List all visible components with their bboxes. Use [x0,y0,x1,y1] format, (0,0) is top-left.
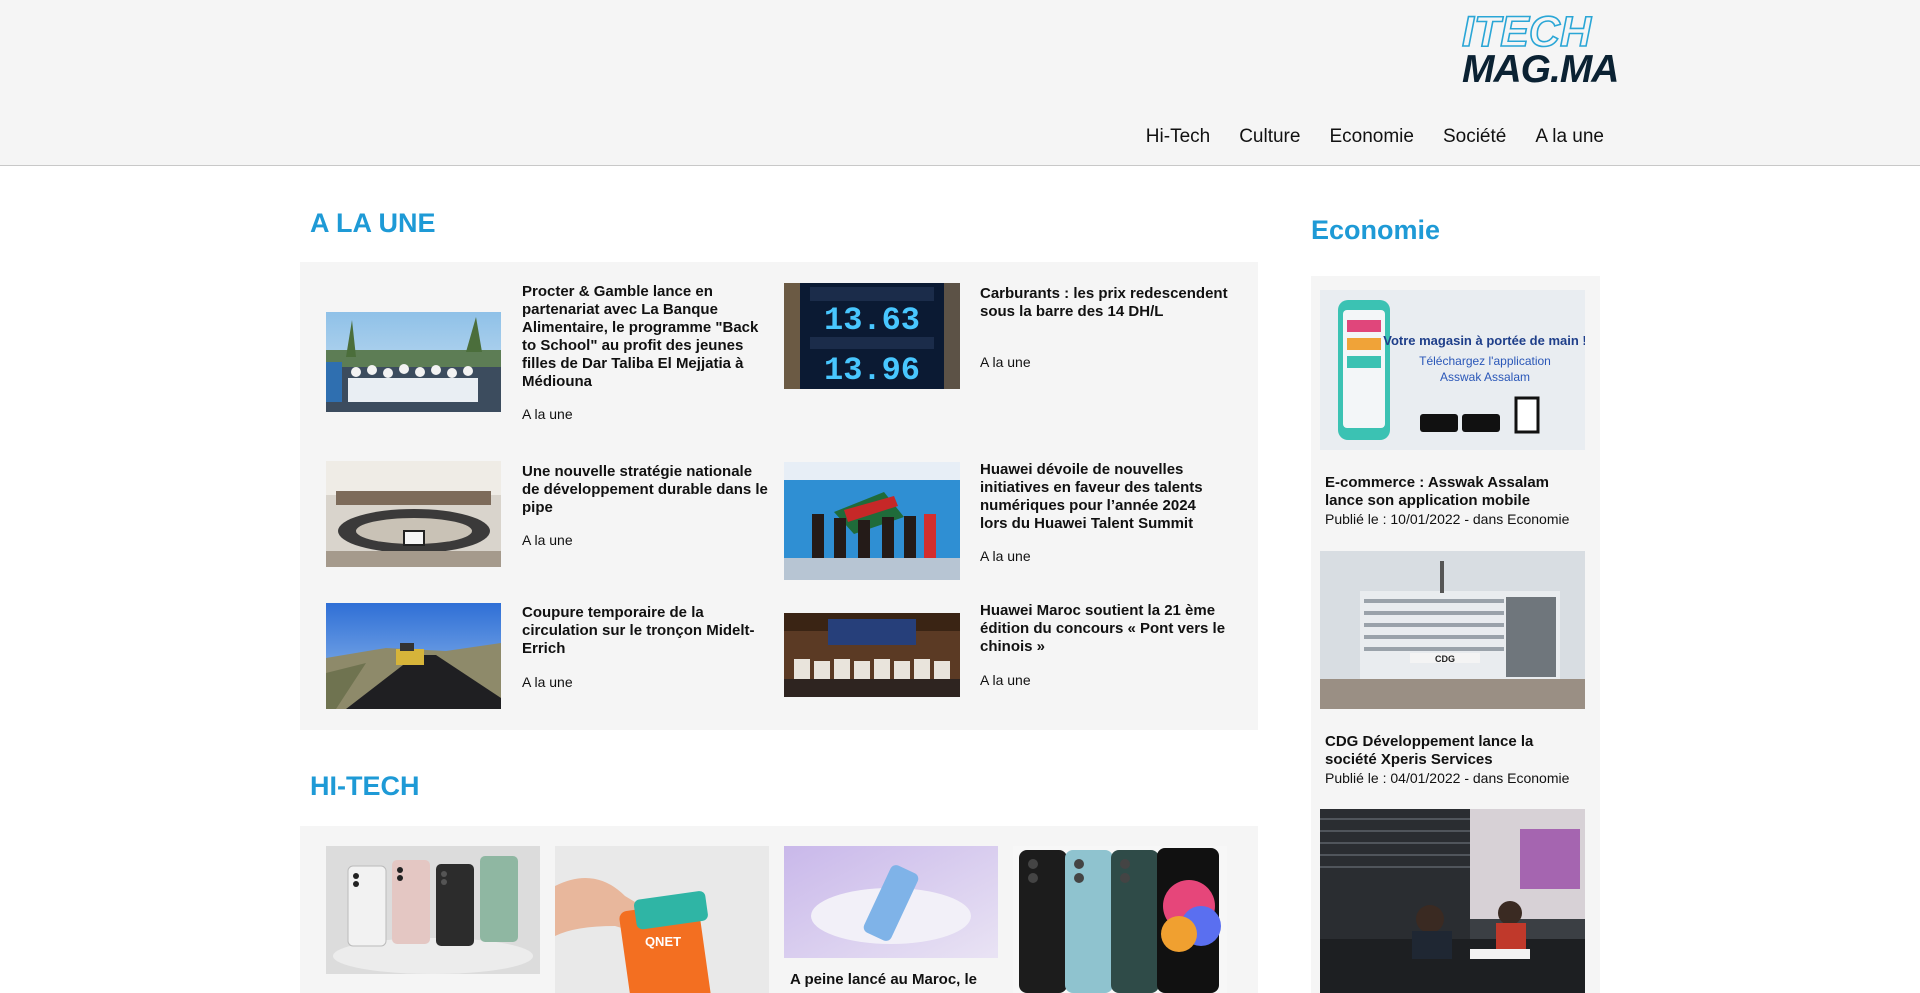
article-thumbnail[interactable]: 13.63 13.96 [784,283,960,389]
smartphones-image [326,846,540,974]
article-title[interactable]: Carburants : les prix redescendent sous … [980,285,1240,321]
article-category[interactable]: A la une [522,674,573,690]
article-title[interactable]: A peine lancé au Maroc, le [790,971,1004,989]
article-title[interactable]: Procter & Gamble lance en partenariat av… [522,283,768,391]
article-title[interactable]: Coupure temporaire de la circulation sur… [522,604,768,658]
fuel-price-sign-image: 13.63 13.96 [784,283,960,389]
prepaid-card-image: QNET [555,846,769,993]
article-meta: Publié le : 10/01/2022 - dans Economie [1325,511,1570,527]
redmi-phones-image [1013,846,1227,993]
article-thumbnail[interactable]: CDG [1320,551,1585,709]
fuel-price-top: 13.63 [824,302,920,339]
group-photo-image [326,312,501,412]
fuel-price-bottom: 13.96 [824,352,920,389]
ad-line-1: Votre magasin à portée de main ! [1383,333,1585,348]
article-thumbnail[interactable]: QNET [555,846,769,993]
article-meta: Publié le : 04/01/2022 - dans Economie [1325,770,1570,786]
qnet-brand-text: QNET [645,934,681,949]
award-ceremony-image [784,462,960,580]
article-thumbnail[interactable] [326,603,501,709]
economie-panel: Votre magasin à portée de main ! Télécha… [1311,276,1600,993]
asswak-app-ad-image: Votre magasin à portée de main ! Télécha… [1320,290,1585,450]
ad-line-2: Téléchargez l'application [1419,354,1551,368]
hi-tech-panel: QNET A peine lancé au Maroc, le [300,826,1258,993]
competition-group-image [784,613,960,697]
cdg-building-image: CDG [1320,551,1585,709]
article-category[interactable]: A la une [980,548,1031,564]
ad-line-3: Asswak Assalam [1440,370,1530,384]
article-category[interactable]: A la une [522,532,573,548]
nav-item-hi-tech[interactable]: Hi-Tech [1146,124,1210,150]
cdg-sign: CDG [1435,654,1455,664]
blue-smartphone-image [784,846,998,958]
nav-item-economie[interactable]: Economie [1329,124,1414,150]
main-nav: Hi-Tech Culture Economie Société A la un… [1146,124,1604,150]
article-thumbnail[interactable] [1013,846,1227,993]
article-thumbnail[interactable] [326,461,501,567]
site-header: ITECH MAG.MA Hi-Tech Culture Economie So… [0,0,1920,166]
conference-room-image [326,461,501,567]
nav-item-a-la-une[interactable]: A la une [1535,124,1604,150]
site-logo[interactable]: ITECH MAG.MA [1461,8,1619,89]
article-title[interactable]: E-commerce : Asswak Assalam lance son ap… [1325,474,1585,510]
road-construction-image [326,603,501,709]
article-thumbnail[interactable] [326,312,501,412]
article-thumbnail[interactable] [326,846,540,974]
article-thumbnail[interactable] [784,613,960,697]
article-category[interactable]: A la une [980,672,1031,688]
article-title[interactable]: Huawei Maroc soutient la 21 ème édition … [980,602,1240,656]
logo-bottom-text: MAG.MA [1462,48,1619,91]
article-title[interactable]: Huawei dévoile de nouvelles initiatives … [980,461,1226,533]
article-category[interactable]: A la une [522,406,573,422]
section-title-a-la-une: A LA UNE [310,208,436,238]
article-thumbnail[interactable] [784,462,960,580]
article-title[interactable]: Une nouvelle stratégie nationale de déve… [522,463,768,517]
article-title[interactable]: CDG Développement lance la société Xperi… [1325,733,1585,769]
article-thumbnail[interactable]: Votre magasin à portée de main ! Télécha… [1320,290,1585,450]
article-thumbnail[interactable] [784,846,998,958]
article-category[interactable]: A la une [980,354,1031,370]
article-thumbnail[interactable] [1320,809,1585,993]
a-la-une-panel: Procter & Gamble lance en partenariat av… [300,262,1258,730]
section-title-economie: Economie [1311,215,1441,245]
section-title-hi-tech: HI-TECH [310,771,420,801]
nav-item-societe[interactable]: Société [1443,124,1506,150]
signing-ceremony-image [1320,809,1585,993]
nav-item-culture[interactable]: Culture [1239,124,1300,150]
logo-top-text: ITECH [1461,8,1592,56]
